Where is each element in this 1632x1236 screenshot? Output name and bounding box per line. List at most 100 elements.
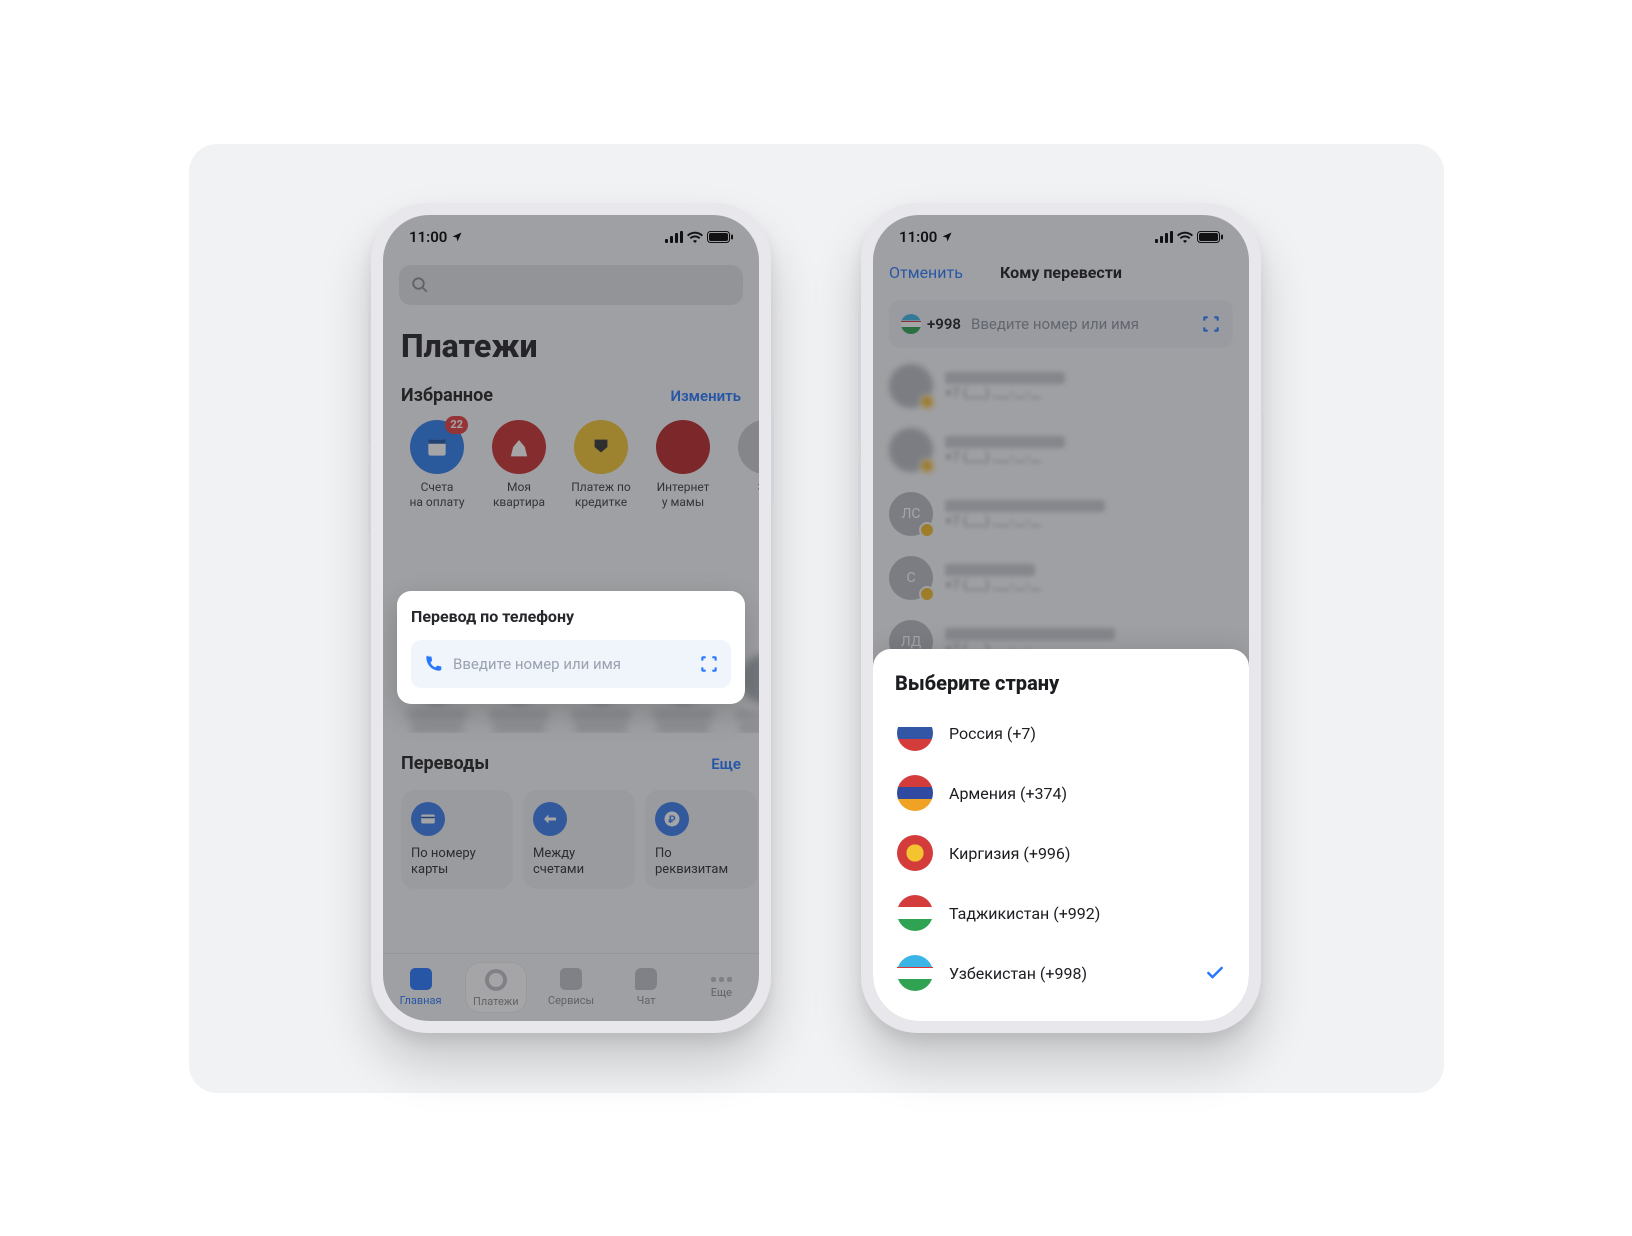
transfer-label: счетами: [533, 862, 584, 877]
cancel-button[interactable]: Отменить: [889, 263, 963, 282]
favorites-row: 23 22 Счетана оплату Мояквартира Платеж …: [383, 416, 759, 510]
favorite-label: Интернет: [657, 480, 710, 494]
services-icon: [560, 968, 582, 990]
contact-row[interactable]: +7 (___) ___-__-__: [889, 418, 1233, 482]
transfer-card[interactable]: ₽ Пореквизитам: [645, 790, 757, 889]
contact-name: [945, 500, 1105, 512]
nav-bar: Отменить Кому перевести: [873, 259, 1249, 290]
transfer-label: По: [655, 846, 672, 861]
favorites-edit-button[interactable]: Изменить: [670, 387, 741, 405]
search-bar[interactable]: [399, 265, 743, 305]
calendar-day: 23: [430, 442, 444, 457]
country-option-uzbekistan[interactable]: Узбекистан (+998): [895, 943, 1227, 1003]
status-bar: 11:00: [383, 215, 759, 259]
status-bar: 11:00: [873, 215, 1249, 259]
favorite-item[interactable]: Интернету мамы: [647, 420, 719, 510]
contact-row[interactable]: С +7 (___) ___-__-__: [889, 546, 1233, 610]
battery-icon: [1197, 231, 1223, 243]
favorite-label: Счета: [421, 480, 454, 494]
wifi-icon: [1177, 231, 1193, 243]
tab-label: Чат: [637, 994, 656, 1007]
phone-left: 11:00 Платежи Избранное Изменить: [371, 203, 771, 1033]
badge: 22: [445, 416, 468, 434]
tab-payments[interactable]: Платежи: [466, 963, 526, 1012]
location-icon: [941, 231, 953, 243]
country-option-armenia[interactable]: Армения (+374): [895, 763, 1227, 823]
favorite-item[interactable]: Эл: [729, 420, 759, 510]
transfer-label: Между: [533, 846, 575, 861]
check-icon: [1205, 963, 1225, 983]
battery-icon: [707, 231, 733, 243]
transfers-row: По номерукарты Междусчетами ₽ Пореквизит…: [383, 784, 759, 889]
mts-icon: [656, 420, 710, 474]
phone-right: 11:00 Отменить Кому перевести: [861, 203, 1261, 1033]
tab-home[interactable]: Главная: [391, 968, 451, 1007]
phone-number-input[interactable]: +998 Введите номер или имя: [889, 300, 1233, 348]
sheet-title: Выберите страну: [895, 671, 1227, 695]
country-option-tajikistan[interactable]: Таджикистан (+992): [895, 883, 1227, 943]
favorite-label: на оплату: [409, 495, 464, 509]
transfer-card[interactable]: По номерукарты: [401, 790, 513, 889]
avatar-initials: ЛС: [901, 506, 920, 522]
calendar-icon: 23 22: [410, 420, 464, 474]
favorite-item[interactable]: 23 22 Счетана оплату: [401, 420, 473, 510]
swap-icon: [533, 802, 567, 836]
moscow-icon: [492, 420, 546, 474]
tab-more[interactable]: Еще: [691, 977, 751, 999]
country-label: Армения (+374): [949, 784, 1067, 803]
contacts-list: +7 (___) ___-__-__ +7 (___) ___-__-__ ЛС…: [873, 348, 1249, 674]
contact-name: [945, 628, 1115, 640]
favorite-item[interactable]: Платеж покредитке: [565, 420, 637, 510]
transfers-header: Переводы Еще: [401, 753, 741, 774]
country-code-selector[interactable]: +998: [901, 314, 961, 334]
page-title: Платежи: [401, 327, 741, 365]
transfer-label: По номеру: [411, 846, 476, 861]
contact-row[interactable]: +7 (___) ___-__-__: [889, 354, 1233, 418]
tinkoff-icon: [574, 420, 628, 474]
flag-russia-icon: [897, 715, 933, 751]
tab-services[interactable]: Сервисы: [541, 968, 601, 1007]
search-icon: [411, 276, 429, 294]
country-picker-sheet: Выберите страну Россия (+7) Армения (+37…: [873, 649, 1249, 1021]
contact-name: [945, 564, 1035, 576]
avatar: [889, 364, 933, 408]
transfer-label: реквизитам: [655, 862, 728, 877]
contact-phone: +7 (___) ___-__-__: [945, 578, 1041, 593]
phone-input-placeholder: Введите номер или имя: [971, 315, 1139, 333]
transfer-card[interactable]: Междусчетами: [523, 790, 635, 889]
cellular-icon: [665, 231, 683, 243]
flag-uzbekistan-icon: [901, 314, 921, 334]
country-label: Таджикистан (+992): [949, 904, 1100, 923]
phone-transfer-card: Перевод по телефону Введите номер или им…: [397, 591, 745, 704]
country-label: Узбекистан (+998): [949, 964, 1087, 983]
more-icon: [711, 977, 732, 982]
scan-icon[interactable]: [1201, 314, 1221, 334]
country-label: Киргизия (+996): [949, 844, 1070, 863]
country-option-kyrgyzstan[interactable]: Киргизия (+996): [895, 823, 1227, 883]
transfers-title: Переводы: [401, 753, 489, 774]
country-option-russia[interactable]: Россия (+7): [895, 703, 1227, 763]
favorite-label: Платеж по: [571, 480, 631, 494]
location-icon: [451, 231, 463, 243]
favorite-label: Моя: [507, 480, 531, 494]
avatar: ЛС: [889, 492, 933, 536]
payments-icon: [485, 969, 507, 991]
contact-row[interactable]: ЛС +7 (___) ___-__-__: [889, 482, 1233, 546]
avatar-initials: ЛД: [901, 634, 922, 650]
transfers-more-button[interactable]: Еще: [711, 755, 741, 773]
contact-name: [945, 436, 1065, 448]
generic-icon: [738, 420, 759, 474]
contact-phone: +7 (___) ___-__-__: [945, 514, 1105, 529]
phone-input-placeholder: Введите номер или имя: [453, 655, 621, 673]
tab-label: Еще: [711, 986, 732, 999]
phone-icon: [423, 654, 443, 674]
flag-uzbekistan-icon: [897, 955, 933, 991]
contact-phone: +7 (___) ___-__-__: [945, 450, 1065, 465]
tab-label: Сервисы: [548, 994, 594, 1007]
favorite-item[interactable]: Мояквартира: [483, 420, 555, 510]
tab-chat[interactable]: Чат: [616, 968, 676, 1007]
tab-label: Главная: [400, 994, 442, 1007]
favorite-label: кредитке: [575, 495, 627, 509]
phone-transfer-input[interactable]: Введите номер или имя: [411, 640, 731, 688]
scan-icon[interactable]: [699, 654, 719, 674]
